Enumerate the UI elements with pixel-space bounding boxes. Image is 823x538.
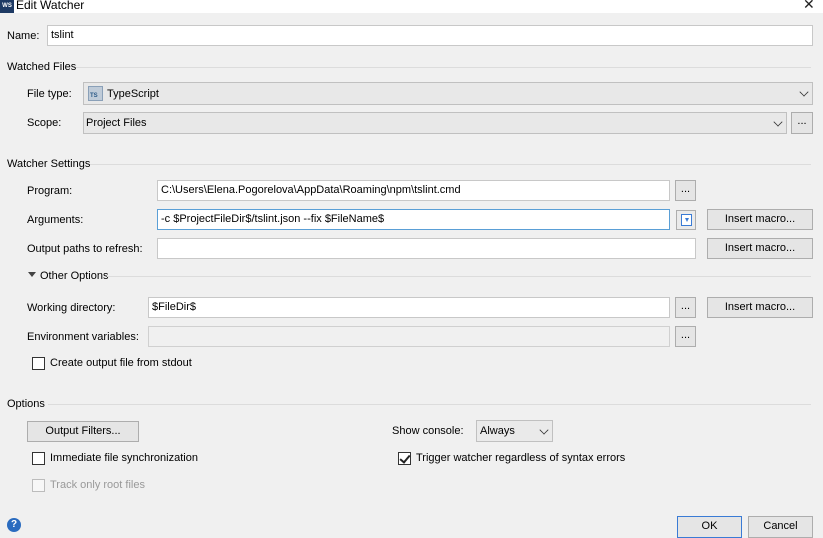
collapse-triangle-icon[interactable] — [28, 272, 36, 277]
immediate-sync-checkbox[interactable] — [32, 452, 45, 465]
watcher-settings-divider — [90, 164, 811, 165]
scope-label: Scope: — [27, 117, 62, 129]
other-options-divider — [107, 276, 811, 277]
track-root-label: Track only root files — [50, 479, 145, 491]
env-vars-input[interactable] — [148, 326, 670, 347]
name-label: Name: — [7, 30, 40, 42]
watched-files-divider — [76, 67, 811, 68]
arguments-input[interactable]: -c $ProjectFileDir$/tslint.json --fix $F… — [157, 209, 670, 230]
watched-files-header: Watched Files — [7, 61, 77, 73]
program-browse-button[interactable]: ... — [675, 180, 696, 201]
webstorm-app-icon: WS — [0, 0, 14, 13]
scope-browse-button[interactable]: ... — [791, 112, 813, 134]
working-dir-label: Working directory: — [27, 302, 116, 314]
show-console-value: Always — [480, 425, 515, 437]
working-dir-input[interactable]: $FileDir$ — [148, 297, 670, 318]
other-options-toggle[interactable]: Other Options — [40, 269, 108, 283]
working-dir-browse-button[interactable]: ... — [675, 297, 696, 318]
scope-value: Project Files — [86, 117, 147, 129]
scope-select[interactable]: Project Files — [83, 112, 787, 134]
output-paths-label: Output paths to refresh: — [27, 243, 143, 255]
close-icon[interactable]: ✕ — [803, 0, 815, 13]
immediate-sync-label: Immediate file synchronization — [50, 452, 198, 464]
output-filters-button[interactable]: Output Filters... — [27, 421, 139, 442]
show-console-select[interactable]: Always — [476, 420, 553, 442]
expand-icon — [681, 214, 692, 226]
create-output-label: Create output file from stdout — [50, 357, 192, 369]
typescript-icon: TS — [88, 86, 103, 101]
options-header: Options — [7, 398, 45, 410]
create-output-checkbox[interactable] — [32, 357, 45, 370]
program-input[interactable]: C:\Users\Elena.Pogorelova\AppData\Roamin… — [157, 180, 670, 201]
ok-button[interactable]: OK — [677, 516, 742, 538]
chevron-down-icon — [539, 425, 549, 435]
file-type-value: TypeScript — [107, 88, 159, 100]
trigger-watcher-label: Trigger watcher regardless of syntax err… — [416, 452, 626, 464]
file-type-label: File type: — [27, 88, 72, 100]
title-bar — [0, 0, 823, 13]
arguments-label: Arguments: — [27, 214, 84, 226]
name-input[interactable]: tslint — [47, 25, 813, 46]
expand-arrow-icon — [685, 218, 689, 222]
cancel-button[interactable]: Cancel — [748, 516, 813, 538]
watcher-settings-header: Watcher Settings — [7, 158, 91, 170]
file-type-select[interactable]: TS TypeScript — [83, 82, 813, 105]
chevron-down-icon — [773, 117, 783, 127]
window-title: Edit Watcher — [16, 0, 85, 12]
show-console-label: Show console: — [392, 425, 464, 437]
track-root-checkbox[interactable] — [32, 479, 45, 492]
env-vars-browse-button[interactable]: ... — [675, 326, 696, 347]
insert-macro-workdir-button[interactable]: Insert macro... — [707, 297, 813, 318]
help-icon[interactable]: ? — [7, 518, 21, 532]
trigger-watcher-checkbox[interactable] — [398, 452, 411, 465]
output-paths-input[interactable] — [157, 238, 696, 259]
expand-arguments-button[interactable] — [676, 210, 696, 230]
insert-macro-output-button[interactable]: Insert macro... — [707, 238, 813, 259]
insert-macro-arguments-button[interactable]: Insert macro... — [707, 209, 813, 230]
program-label: Program: — [27, 185, 73, 197]
env-vars-label: Environment variables: — [27, 331, 139, 343]
options-divider — [48, 404, 811, 405]
chevron-down-icon — [799, 87, 809, 97]
checkmark-icon — [399, 452, 411, 464]
